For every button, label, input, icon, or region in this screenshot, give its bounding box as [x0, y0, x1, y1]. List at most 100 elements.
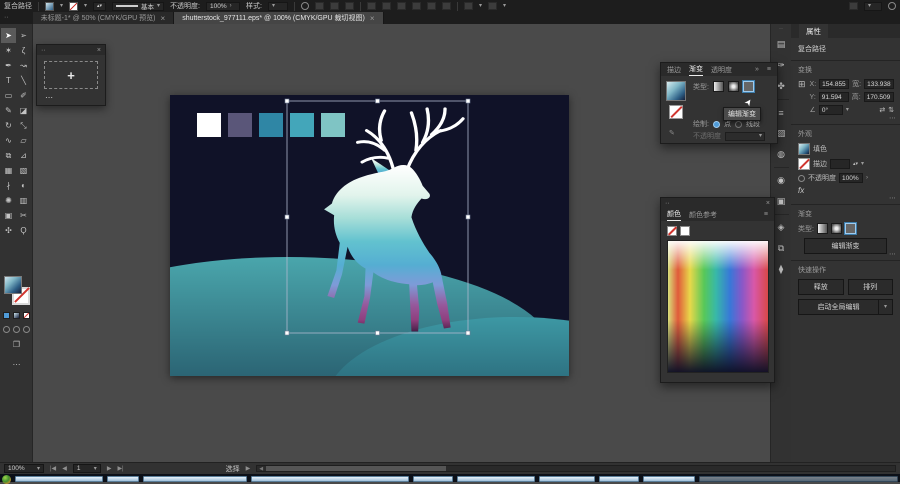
palette-swatch[interactable] — [290, 113, 314, 137]
freeform-gradient-button[interactable] — [743, 81, 754, 92]
transparency-panel-icon[interactable]: ◍ — [774, 147, 789, 162]
layers-panel-icon[interactable]: ◈ — [774, 220, 789, 235]
stroke-none-thumbnail[interactable] — [798, 158, 810, 170]
document-setup-icon[interactable] — [330, 2, 339, 10]
selection-handle[interactable] — [285, 215, 289, 219]
rotate-tool[interactable]: ↻ — [1, 118, 16, 133]
shaper-tool[interactable]: ✎ — [1, 103, 16, 118]
selection-handle[interactable] — [466, 215, 470, 219]
artboard[interactable] — [170, 95, 569, 376]
pen-tool[interactable]: ✒ — [1, 58, 16, 73]
stepper-icon[interactable]: ▴▾ — [97, 3, 102, 9]
swatches-panel-icon[interactable]: ▤ — [774, 37, 789, 52]
symbol-sprayer-tool[interactable]: ✺ — [1, 193, 16, 208]
more-options-icon[interactable]: ⋯ — [889, 114, 896, 122]
next-artboard-icon[interactable]: ▶ — [107, 465, 112, 472]
perspective-grid-tool[interactable]: ⊿ — [16, 148, 31, 163]
isolate-icon[interactable] — [488, 2, 497, 10]
width-tool[interactable]: ∿ — [1, 133, 16, 148]
edit-toolbar-icon[interactable]: ⋯ — [0, 360, 33, 369]
fill-color-swatch[interactable] — [45, 2, 54, 11]
selection-tool[interactable]: ➤ — [1, 28, 16, 43]
draw-lines-radio[interactable] — [735, 121, 742, 128]
linear-gradient-button[interactable] — [713, 81, 724, 92]
asset-export-panel-icon[interactable]: ⧫ — [774, 262, 789, 277]
draw-inside-icon[interactable] — [23, 326, 30, 333]
mesh-tool[interactable]: ▦ — [1, 163, 16, 178]
stroke-weight-stepper[interactable]: ▴▾ — [93, 2, 106, 11]
global-edit-dropdown[interactable]: ▾ — [879, 299, 893, 315]
draw-behind-icon[interactable] — [13, 326, 20, 333]
appearance-panel-icon[interactable]: ◉ — [774, 173, 789, 188]
more-options-icon[interactable]: ⋯ — [889, 194, 896, 202]
taskbar-item[interactable] — [143, 476, 247, 482]
opacity-field[interactable]: 100% — [839, 173, 863, 183]
flip-horizontal-icon[interactable]: ⇄ — [879, 106, 885, 114]
selection-handle[interactable] — [376, 331, 380, 335]
none-swatch[interactable] — [667, 226, 677, 236]
fx-icon[interactable]: fx — [798, 186, 804, 195]
slice-tool[interactable]: ✂ — [16, 208, 31, 223]
freeform-gradient-button[interactable] — [845, 223, 856, 234]
zoom-dropdown[interactable]: 100% ▾ — [4, 464, 44, 473]
palette-swatch[interactable] — [259, 113, 283, 137]
taskbar-item[interactable] — [251, 476, 409, 482]
taskbar-item[interactable] — [413, 476, 453, 482]
gradient-button[interactable] — [13, 312, 20, 319]
selection-handle[interactable] — [466, 331, 470, 335]
first-artboard-icon[interactable]: |◀ — [50, 465, 56, 472]
hand-tool[interactable]: ✣ — [1, 223, 16, 238]
taskbar-item[interactable] — [15, 476, 103, 482]
start-global-edit-button[interactable]: 启动全局编辑 — [798, 299, 879, 315]
line-segment-tool[interactable]: ╲ — [16, 73, 31, 88]
more-tools-icon[interactable]: ⋯ — [45, 93, 105, 102]
shape-builder-tool[interactable]: ⧉ — [1, 148, 16, 163]
recolor-artwork-icon[interactable] — [301, 2, 309, 10]
tab-color-guide[interactable]: 颜色参考 — [689, 210, 717, 220]
taskbar-item[interactable] — [643, 476, 695, 482]
paintbrush-tool[interactable]: ✐ — [16, 88, 31, 103]
color-panel-header[interactable]: ·· × — [661, 198, 774, 208]
tab-stroke[interactable]: 描边 — [667, 65, 681, 75]
close-icon[interactable]: × — [370, 14, 375, 23]
stroke-color-swatch[interactable] — [69, 2, 78, 11]
draw-normal-icon[interactable] — [3, 326, 10, 333]
align-bottom-icon[interactable] — [442, 2, 451, 10]
close-icon[interactable]: × — [766, 200, 770, 207]
stop-opacity-dropdown[interactable]: ▾ — [725, 132, 765, 141]
tab-color[interactable]: 颜色 — [667, 209, 681, 221]
last-artboard-icon[interactable]: ▶| — [117, 465, 123, 472]
selection-handle[interactable] — [376, 99, 380, 103]
taskbar-item[interactable] — [599, 476, 639, 482]
taskbar-item[interactable] — [539, 476, 595, 482]
tab-transparency[interactable]: 透明度 — [711, 65, 732, 75]
transform-icon[interactable] — [464, 2, 473, 10]
blend-tool[interactable]: ◐ — [16, 178, 31, 193]
magic-wand-tool[interactable]: ✶ — [1, 43, 16, 58]
color-button[interactable] — [3, 312, 10, 319]
curvature-tool[interactable]: ↝ — [16, 58, 31, 73]
document-setup-icon[interactable] — [345, 2, 354, 10]
palette-swatch[interactable] — [321, 113, 345, 137]
linear-gradient-button[interactable] — [817, 223, 828, 234]
collapse-icon[interactable]: » — [755, 66, 759, 73]
width-field[interactable]: 133.938 — [864, 79, 894, 89]
palette-swatch[interactable] — [197, 113, 221, 137]
scroll-left-icon[interactable]: ◀ — [257, 466, 265, 472]
align-top-icon[interactable] — [412, 2, 421, 10]
gradient-tool[interactable]: ▧ — [16, 163, 31, 178]
rotation-field[interactable]: 0° — [819, 105, 843, 115]
align-center-icon[interactable] — [382, 2, 391, 10]
horizontal-scrollbar[interactable]: ◀ — [256, 465, 896, 472]
workspace-switcher[interactable]: ▾ — [864, 2, 882, 11]
release-button[interactable]: 释放 — [798, 279, 844, 295]
align-right-icon[interactable] — [397, 2, 406, 10]
graph-tool[interactable]: ▥ — [16, 193, 31, 208]
tab-properties[interactable]: 属性 — [799, 24, 828, 38]
document-tab-shutterstock[interactable]: shutterstock_977111.eps* @ 100% (CMYK/GP… — [174, 12, 383, 24]
screen-mode-icon[interactable]: ❐ — [0, 340, 33, 349]
panel-menu-icon[interactable]: ≡ — [767, 66, 771, 73]
y-field[interactable]: 91.594 — [819, 92, 849, 102]
more-options-icon[interactable]: ⋯ — [889, 250, 896, 258]
chevron-down-icon[interactable]: ▾ — [60, 3, 63, 9]
